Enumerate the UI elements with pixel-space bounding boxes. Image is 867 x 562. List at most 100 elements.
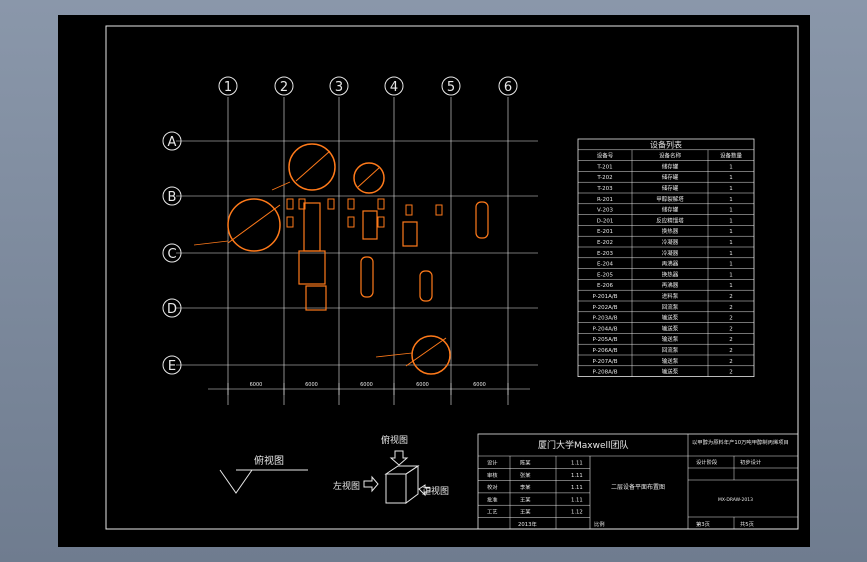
title-block-cell: 校对 <box>487 483 498 491</box>
table-header-cell: 设备名称 <box>659 152 682 160</box>
column-marker-label: 6 <box>504 80 512 95</box>
cad-drawing: 123456 ABCDE 6000 6000 6000 6000 6000 设备… <box>105 25 799 530</box>
table-cell: 储存罐 <box>662 162 679 170</box>
table-cell: 再沸器 <box>662 281 679 289</box>
equipment-table: 设备列表设备号 设备名称 设备数量 T-201 储存罐 1 T-202 储存罐 1 T-203 储存… <box>577 138 755 378</box>
row-marker-label: A <box>168 135 177 150</box>
table-cell: 1 <box>729 164 733 170</box>
pump-p208 <box>286 216 294 228</box>
table-cell: 1 <box>729 272 733 278</box>
dimension-value: 6000 <box>416 382 429 388</box>
cube-front-face <box>385 473 407 504</box>
cube-top-face <box>384 465 420 475</box>
dimension-line: 6000 6000 6000 6000 6000 <box>208 382 530 395</box>
table-cell: R-201 <box>597 197 613 203</box>
storage-tank-t203 <box>227 198 281 252</box>
project-name: 以甲醇为原料年产10万吨甲醇制丙烯项目 <box>692 438 789 446</box>
view-symbols: 俯视图 俯视图 左视图 正视图 <box>219 434 449 504</box>
table-cell: 1 <box>729 218 733 224</box>
table-cell: P-202A/B <box>592 305 617 311</box>
table-cell: 1 <box>729 186 733 192</box>
column-e204 <box>360 256 374 298</box>
table-cell: 再沸器 <box>662 260 679 268</box>
table-cell: 2 <box>729 337 733 343</box>
table-cell: 储存罐 <box>662 206 679 214</box>
table-cell: P-203A/B <box>592 316 617 322</box>
title-block-cell: 李某 <box>520 483 531 491</box>
title-block-cell: 1.11 <box>571 497 583 503</box>
column-e206 <box>419 270 433 302</box>
table-cell: 储存罐 <box>662 184 679 192</box>
view-label-top: 俯视图 <box>381 434 408 446</box>
dimension-value: 6000 <box>250 382 263 388</box>
table-cell: 冷凝器 <box>662 249 679 257</box>
table-cell: 1 <box>729 283 733 289</box>
table-cell: V-203 <box>597 208 613 214</box>
pump-p201 <box>286 198 294 210</box>
table-cell: 1 <box>729 229 733 235</box>
table-cell: 储存罐 <box>662 173 679 181</box>
drawing-sheet: 123456 ABCDE 6000 6000 6000 6000 6000 设备… <box>58 15 810 547</box>
view-label-left: 左视图 <box>333 480 360 492</box>
column-marker-label: 2 <box>280 80 288 95</box>
design-stage: 初步设计 <box>740 458 762 466</box>
title-block-cell: 审核 <box>487 471 498 479</box>
grid-lines <box>176 97 538 405</box>
pump-p202b <box>377 216 385 228</box>
column-e205 <box>475 201 489 239</box>
table-cell: E-204 <box>597 262 613 268</box>
drawing-number: MX-DRAW-2013 <box>718 497 753 503</box>
table-cell: 输送泵 <box>662 368 679 376</box>
pump-p205 <box>377 198 385 210</box>
table-cell: P-206A/B <box>592 348 617 354</box>
dimension-value: 6000 <box>473 382 486 388</box>
table-cell: 2 <box>729 294 733 300</box>
scale-label: 比例 <box>594 520 605 528</box>
view-label-front: 正视图 <box>422 485 449 497</box>
column-marker-label: 4 <box>390 80 398 95</box>
table-cell: 1 <box>729 197 733 203</box>
title-block-cell: 1.12 <box>571 510 583 516</box>
table-cell: E-202 <box>597 240 613 246</box>
table-cell: 1 <box>729 262 733 268</box>
table-cell: 输送泵 <box>662 335 679 343</box>
table-cell: E-206 <box>597 283 613 289</box>
tower-d201 <box>305 285 327 311</box>
pump-p201b <box>347 216 355 228</box>
table-cell: 2 <box>729 359 733 365</box>
column-marker-label: 3 <box>335 80 343 95</box>
dimension-value: 6000 <box>305 382 318 388</box>
table-cell: P-204A/B <box>592 326 617 332</box>
pump-p206 <box>405 204 413 216</box>
equipment-table-title: 设备列表 <box>650 140 682 150</box>
table-cell: P-205A/B <box>592 337 617 343</box>
table-cell: 冷凝器 <box>662 238 679 246</box>
table-cell: 1 <box>729 240 733 246</box>
table-cell: 换热器 <box>662 270 679 278</box>
table-cell: 2 <box>729 305 733 311</box>
table-header-cell: 设备数量 <box>720 152 743 160</box>
equipment-layout <box>193 143 489 375</box>
table-cell: 反应精馏塔 <box>656 216 684 224</box>
table-cell: 输送泵 <box>662 357 679 365</box>
title-block-cell: 1.11 <box>571 485 583 491</box>
team-name: 厦门大学Maxwell团队 <box>538 439 629 451</box>
title-block-cell: 王某 <box>520 496 531 503</box>
reactor-r201 <box>303 202 321 252</box>
dimension-value: 6000 <box>360 382 373 388</box>
table-cell: T-201 <box>596 164 612 170</box>
table-cell: T-203 <box>596 186 613 192</box>
drawing-name: 二层设备平面布置图 <box>611 483 665 491</box>
table-cell: 1 <box>729 175 733 181</box>
table-cell: D-201 <box>597 218 614 224</box>
table-cell: E-201 <box>597 229 613 235</box>
table-cell: T-202 <box>596 175 612 181</box>
table-cell: 输送泵 <box>662 324 679 332</box>
row-marker-label: E <box>168 359 176 374</box>
table-cell: P-207A/B <box>592 359 617 365</box>
arrow-right-icon <box>363 475 379 493</box>
table-cell: 甲醇裂解塔 <box>656 195 684 203</box>
total-sheets: 共5页 <box>740 520 754 528</box>
drawing-frame <box>105 25 799 530</box>
year: 2013年 <box>518 520 537 528</box>
